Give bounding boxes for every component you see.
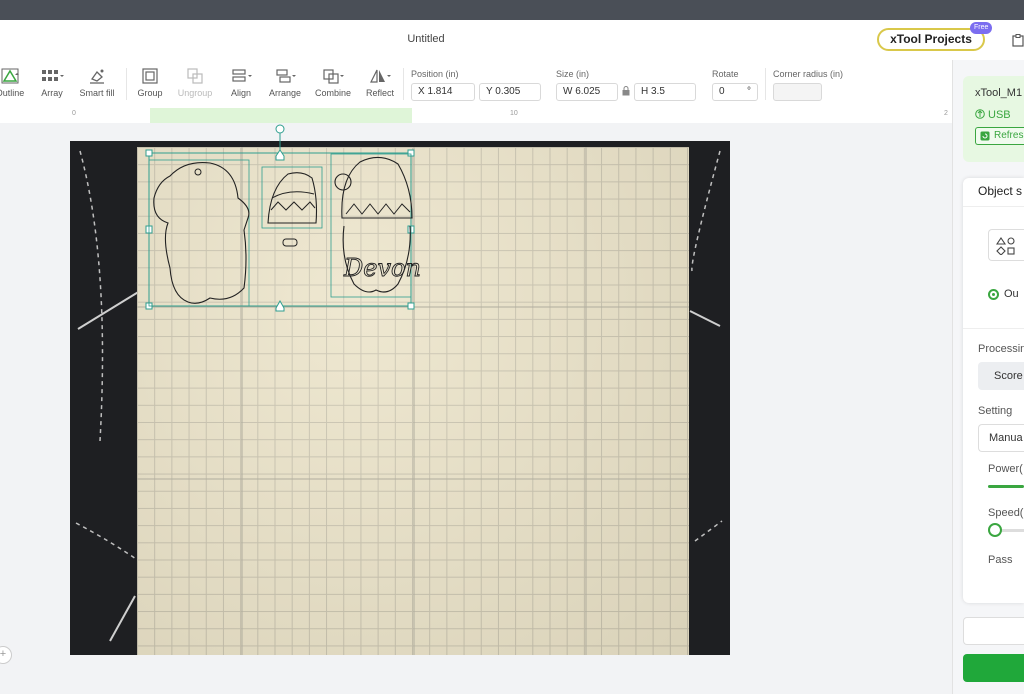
ungroup-label: Ungroup xyxy=(177,88,213,98)
size-label: Size (in) xyxy=(556,69,590,79)
position-label: Position (in) xyxy=(411,69,459,79)
device-connection: USB xyxy=(975,109,1011,121)
align-icon xyxy=(232,69,252,82)
output-radio-option[interactable]: Ou xyxy=(988,288,1019,300)
object-settings-title: Object s xyxy=(978,184,1023,198)
power-label: Power( xyxy=(988,463,1023,475)
smart-fill-label: Smart fill xyxy=(79,88,115,98)
output-radio-label: Ou xyxy=(1004,288,1019,300)
refresh-button[interactable]: Refres xyxy=(975,127,1024,145)
clipboard-icon[interactable] xyxy=(1012,34,1024,47)
speed-label: Speed( xyxy=(988,507,1024,519)
rotate-input[interactable]: 0 ° xyxy=(712,83,758,101)
selection-bbox xyxy=(148,152,412,307)
array-label: Array xyxy=(41,88,63,98)
processing-type-score[interactable]: Score xyxy=(978,362,1024,390)
toolbar-divider xyxy=(126,68,127,100)
group-icon xyxy=(142,68,158,84)
power-slider[interactable] xyxy=(988,485,1024,488)
ungroup-icon xyxy=(187,68,203,84)
panel-divider xyxy=(963,328,1024,329)
rotate-label: Rotate xyxy=(712,69,739,79)
resize-handle-tl[interactable] xyxy=(145,149,153,157)
outline-icon xyxy=(1,68,19,84)
combine-tool[interactable]: Combine xyxy=(312,66,354,106)
device-name: xTool_M1 xyxy=(975,87,1023,99)
setting-label: Setting xyxy=(978,405,1013,417)
ruler-tick-20: 2 xyxy=(944,110,948,117)
toolbar-divider xyxy=(765,68,766,100)
refresh-label: Refres xyxy=(994,130,1024,141)
group-tool[interactable]: Group xyxy=(133,66,167,106)
resize-handle-br[interactable] xyxy=(407,302,415,310)
arrange-tool[interactable]: Arrange xyxy=(266,66,304,106)
group-label: Group xyxy=(137,88,163,98)
arrange-label: Arrange xyxy=(268,88,302,98)
document-title: Untitled xyxy=(407,33,445,45)
pass-label: Pass xyxy=(988,554,1013,566)
smart-fill-icon xyxy=(90,69,104,84)
gnome-hat-shape[interactable] xyxy=(261,166,323,247)
title-bar: Untitled xTool Projects Free xyxy=(0,20,1024,61)
start-button[interactable] xyxy=(963,654,1024,682)
align-label: Align xyxy=(230,88,251,98)
array-tool[interactable]: Array xyxy=(36,66,68,106)
radio-selected xyxy=(988,288,999,300)
setting-select[interactable]: Manua xyxy=(978,424,1024,452)
ruler-tick-10: 10 xyxy=(510,110,518,117)
combine-label: Combine xyxy=(314,88,352,98)
gnome-shape-left[interactable] xyxy=(148,159,250,307)
reflect-tool[interactable]: Reflect xyxy=(362,66,398,106)
size-height-input[interactable]: H 3.5 xyxy=(634,83,696,101)
free-badge: Free xyxy=(970,22,993,34)
panel-divider xyxy=(963,206,1024,207)
speed-slider-knob[interactable] xyxy=(988,523,1002,537)
position-y-input[interactable]: Y 0.305 xyxy=(479,83,541,101)
lock-icon[interactable] xyxy=(622,86,630,96)
size-width-input[interactable]: W 6.025 xyxy=(556,83,618,101)
toolbar-divider xyxy=(403,68,404,100)
usb-icon xyxy=(975,109,985,119)
array-icon xyxy=(42,70,64,81)
outline-tool[interactable]: Outline xyxy=(0,66,28,106)
corner-radius-input[interactable] xyxy=(773,83,822,101)
xtool-projects-button[interactable]: xTool Projects xyxy=(877,28,985,51)
processing-label: Processin xyxy=(978,343,1024,355)
device-connection-label: USB xyxy=(988,109,1011,121)
engraved-name-text: Devon xyxy=(343,254,420,282)
combine-icon xyxy=(323,69,344,84)
smart-fill-tool[interactable]: Smart fill xyxy=(76,66,118,106)
speed-slider-track[interactable] xyxy=(1000,529,1024,532)
rotate-handle[interactable] xyxy=(275,124,285,134)
outline-label: Outline xyxy=(0,88,25,98)
rotate-value: 0 xyxy=(719,86,725,97)
ruler-tick-0: 0 xyxy=(72,110,76,117)
align-tool[interactable]: Align xyxy=(224,66,258,106)
bottom-input[interactable] xyxy=(963,617,1024,645)
shapes-button[interactable] xyxy=(988,229,1024,261)
corner-radius-label: Corner radius (in) xyxy=(773,69,844,79)
arrange-icon xyxy=(276,69,296,83)
rotate-unit: ° xyxy=(747,86,751,97)
reflect-label: Reflect xyxy=(365,88,394,98)
window-top-bar xyxy=(0,0,1024,20)
position-x-input[interactable]: X 1.814 xyxy=(411,83,475,101)
toolbar: Outline Array Smart fill Group Ungroup A… xyxy=(0,60,952,109)
reflect-icon xyxy=(370,69,391,83)
refresh-icon xyxy=(980,131,990,141)
design-selection[interactable]: Devon xyxy=(140,118,420,318)
ungroup-tool[interactable]: Ungroup xyxy=(173,66,217,106)
gnome-name-shape[interactable]: Devon xyxy=(330,153,420,298)
shapes-icon xyxy=(996,237,1015,255)
